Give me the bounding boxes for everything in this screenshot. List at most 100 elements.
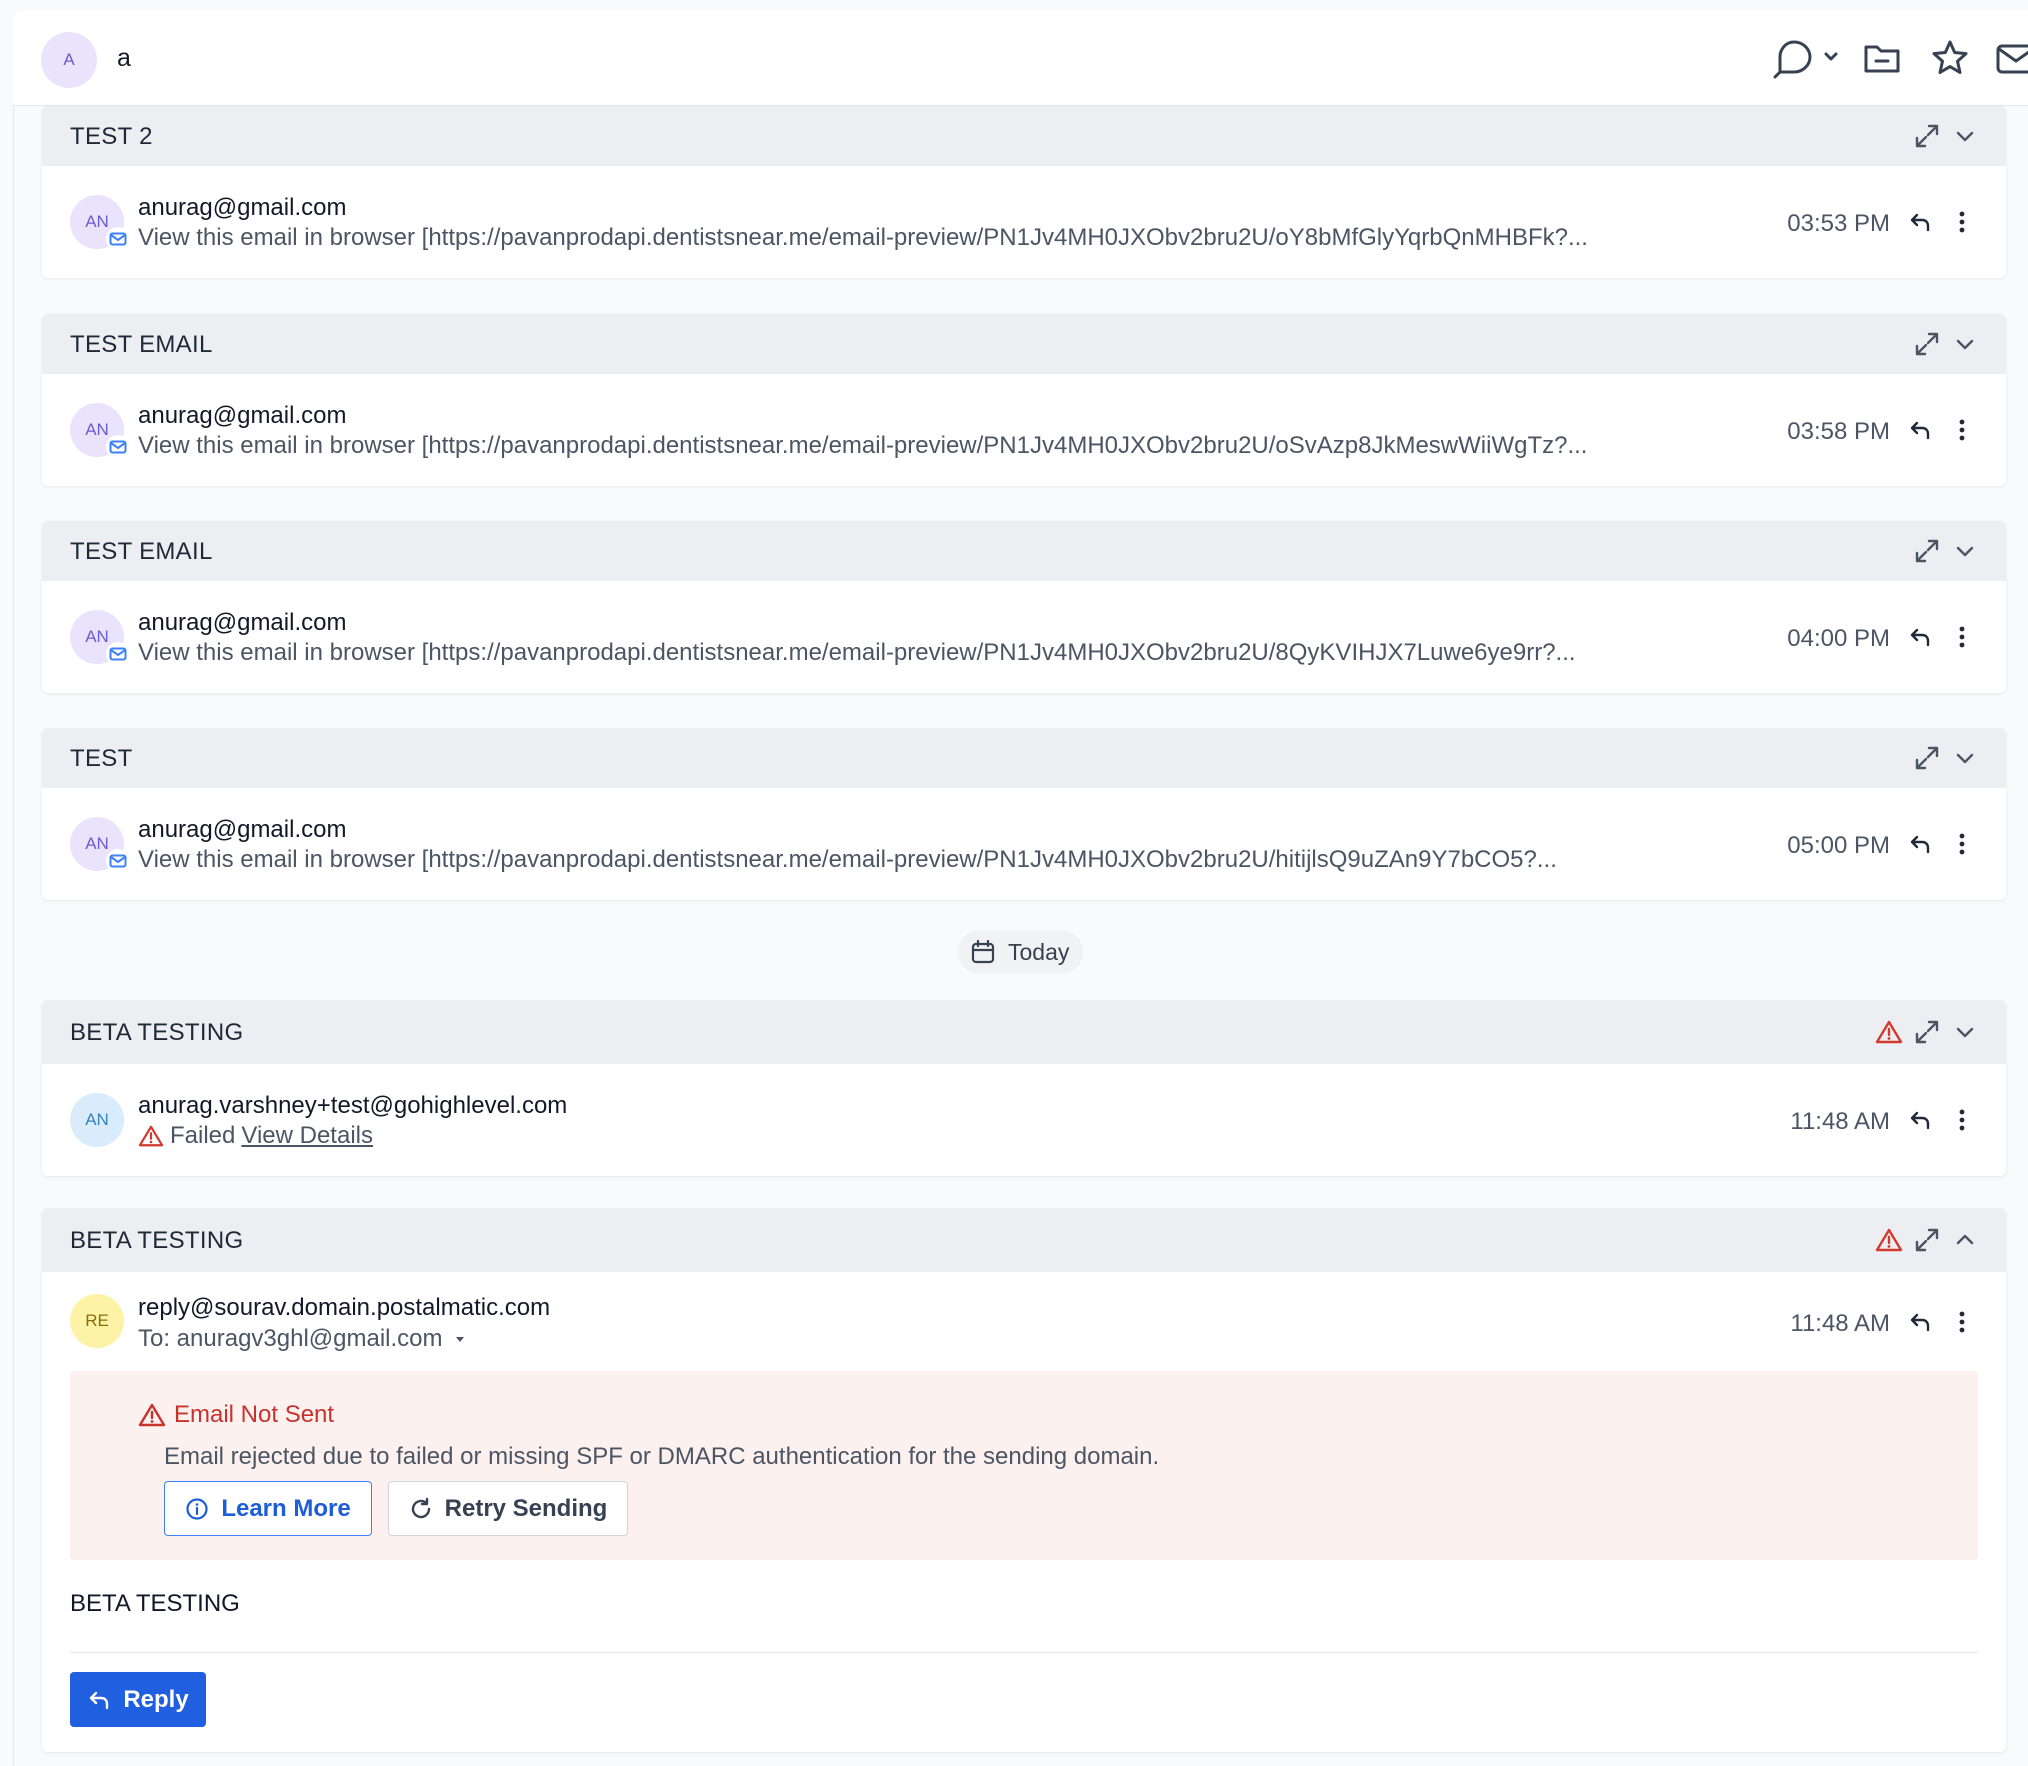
message-time: 11:48 AM <box>1790 1108 1890 1135</box>
contact-avatar[interactable]: A <box>41 32 97 88</box>
email-thread-card: TEST AN anurag@gmail.com View this email… <box>42 728 2006 900</box>
reply-button[interactable] <box>1904 1306 1936 1338</box>
message-row[interactable]: AN anurag@gmail.com View this email in b… <box>42 581 2006 693</box>
thread-header[interactable]: TEST <box>42 728 2006 788</box>
expand-button[interactable] <box>1910 1015 1944 1049</box>
message-row[interactable]: AN anurag@gmail.com View this email in b… <box>42 374 2006 486</box>
chat-bubble-icon <box>1773 40 1838 79</box>
calendar-icon <box>971 939 995 964</box>
reply-button[interactable] <box>1904 1104 1936 1136</box>
email-thread-card: TEST EMAIL AN anurag@gmail.com View this… <box>42 314 2006 486</box>
reply-button[interactable] <box>1904 414 1936 446</box>
email-thread-card: BETA TESTING AN anurag.varshney+test@goh… <box>42 1000 2006 1176</box>
collapse-toggle[interactable] <box>1948 327 1982 361</box>
more-options-button[interactable] <box>1946 621 1978 653</box>
thread-subject: TEST <box>70 745 133 772</box>
date-separator: Today <box>958 930 1084 974</box>
learn-more-button[interactable]: Learn More <box>164 1481 372 1536</box>
expand-button[interactable] <box>1910 534 1944 568</box>
star-icon <box>1932 40 1968 74</box>
warning-triangle-icon <box>138 1403 166 1427</box>
kebab-menu-icon <box>1959 1109 1965 1131</box>
sender-email: anurag@gmail.com <box>138 609 347 636</box>
reply-button[interactable] <box>1904 206 1936 238</box>
kebab-menu-icon <box>1959 833 1965 855</box>
more-options-button[interactable] <box>1946 1104 1978 1136</box>
sender-email: anurag@gmail.com <box>138 194 347 221</box>
failed-status: Failed View Details <box>138 1122 373 1150</box>
thread-header[interactable]: TEST EMAIL <box>42 314 2006 374</box>
thread-subject: BETA TESTING <box>70 1019 244 1046</box>
reply-compose-button[interactable]: Reply <box>70 1672 206 1727</box>
sender-email: anurag@gmail.com <box>138 816 347 843</box>
reply-arrow-icon <box>1910 835 1930 854</box>
email-channel-icon <box>106 435 130 459</box>
divider <box>70 1652 1978 1653</box>
expand-button[interactable] <box>1910 741 1944 775</box>
message-row[interactable]: AN anurag.varshney+test@gohighlevel.com … <box>42 1064 2006 1176</box>
email-channel-icon <box>106 642 130 666</box>
reply-button[interactable] <box>1904 621 1936 653</box>
expand-button[interactable] <box>1910 327 1944 361</box>
more-options-button[interactable] <box>1946 1306 1978 1338</box>
email-thread-card: TEST 2 AN anurag@gmail.com View this ema… <box>42 106 2006 278</box>
message-time: 11:48 AM <box>1790 1310 1890 1337</box>
thread-header[interactable]: BETA TESTING <box>42 1000 2006 1064</box>
email-channel-icon <box>106 849 130 873</box>
warning-triangle-icon <box>138 1125 164 1147</box>
chevron-down-icon <box>1956 131 1974 142</box>
thread-header[interactable]: TEST EMAIL <box>42 521 2006 581</box>
thread-header[interactable]: TEST 2 <box>42 106 2006 166</box>
expand-button[interactable] <box>1910 1223 1944 1257</box>
collapse-toggle[interactable] <box>1948 119 1982 153</box>
sender-avatar: AN <box>70 817 130 873</box>
caret-down-icon <box>456 1337 465 1342</box>
reply-arrow-icon <box>1910 1313 1930 1332</box>
message-detail: RE reply@sourav.domain.postalmatic.com T… <box>42 1272 2006 1752</box>
more-options-button[interactable] <box>1946 414 1978 446</box>
error-indicator <box>1872 1223 1906 1257</box>
error-alert: Email Not Sent Email rejected due to fai… <box>70 1371 1978 1560</box>
envelope-icon <box>1996 44 2028 74</box>
kebab-menu-icon <box>1959 626 1965 648</box>
message-time: 03:53 PM <box>1787 210 1890 237</box>
chevron-up-icon <box>1956 1234 1974 1245</box>
star-button[interactable] <box>1924 32 1976 84</box>
folder-button[interactable] <box>1856 32 1908 84</box>
collapse-toggle[interactable] <box>1948 1015 1982 1049</box>
message-preview: View this email in browser [https://pava… <box>138 846 1557 873</box>
view-details-link[interactable]: View Details <box>241 1122 373 1150</box>
expand-arrows-icon <box>1915 124 1939 148</box>
thread-header[interactable]: BETA TESTING <box>42 1208 2006 1272</box>
reply-arrow-icon <box>1910 421 1930 440</box>
warning-triangle-icon <box>1875 1228 1903 1252</box>
mail-button[interactable] <box>1990 32 2028 84</box>
collapse-toggle[interactable] <box>1948 741 1982 775</box>
sender-email: anurag.varshney+test@gohighlevel.com <box>138 1092 568 1119</box>
recipient-dropdown[interactable]: To: anuragv3ghl@gmail.com <box>138 1325 467 1353</box>
kebab-menu-icon <box>1959 1311 1965 1333</box>
expand-arrows-icon <box>1915 332 1939 356</box>
chat-channel-dropdown[interactable] <box>1770 32 1840 84</box>
message-preview: View this email in browser [https://pava… <box>138 639 1576 666</box>
reply-arrow-icon <box>1910 628 1930 647</box>
collapse-toggle[interactable] <box>1948 1223 1982 1257</box>
thread-subject: BETA TESTING <box>70 1227 244 1254</box>
reply-arrow-icon <box>1910 1111 1930 1130</box>
sender-avatar: AN <box>70 610 130 666</box>
expand-button[interactable] <box>1910 119 1944 153</box>
message-row[interactable]: AN anurag@gmail.com View this email in b… <box>42 788 2006 900</box>
failed-label: Failed <box>170 1122 236 1149</box>
reply-button[interactable] <box>1904 828 1936 860</box>
sender-email: anurag@gmail.com <box>138 402 347 429</box>
sender-avatar: AN <box>70 195 130 251</box>
message-time: 05:00 PM <box>1787 832 1890 859</box>
retry-sending-button[interactable]: Retry Sending <box>388 1481 628 1536</box>
more-options-button[interactable] <box>1946 206 1978 238</box>
contact-name[interactable]: a <box>117 44 131 73</box>
message-row[interactable]: AN anurag@gmail.com View this email in b… <box>42 166 2006 278</box>
more-options-button[interactable] <box>1946 828 1978 860</box>
message-time: 03:58 PM <box>1787 418 1890 445</box>
email-thread-card-expanded: BETA TESTING RE reply@sourav.domain.post… <box>42 1208 2006 1752</box>
collapse-toggle[interactable] <box>1948 534 1982 568</box>
